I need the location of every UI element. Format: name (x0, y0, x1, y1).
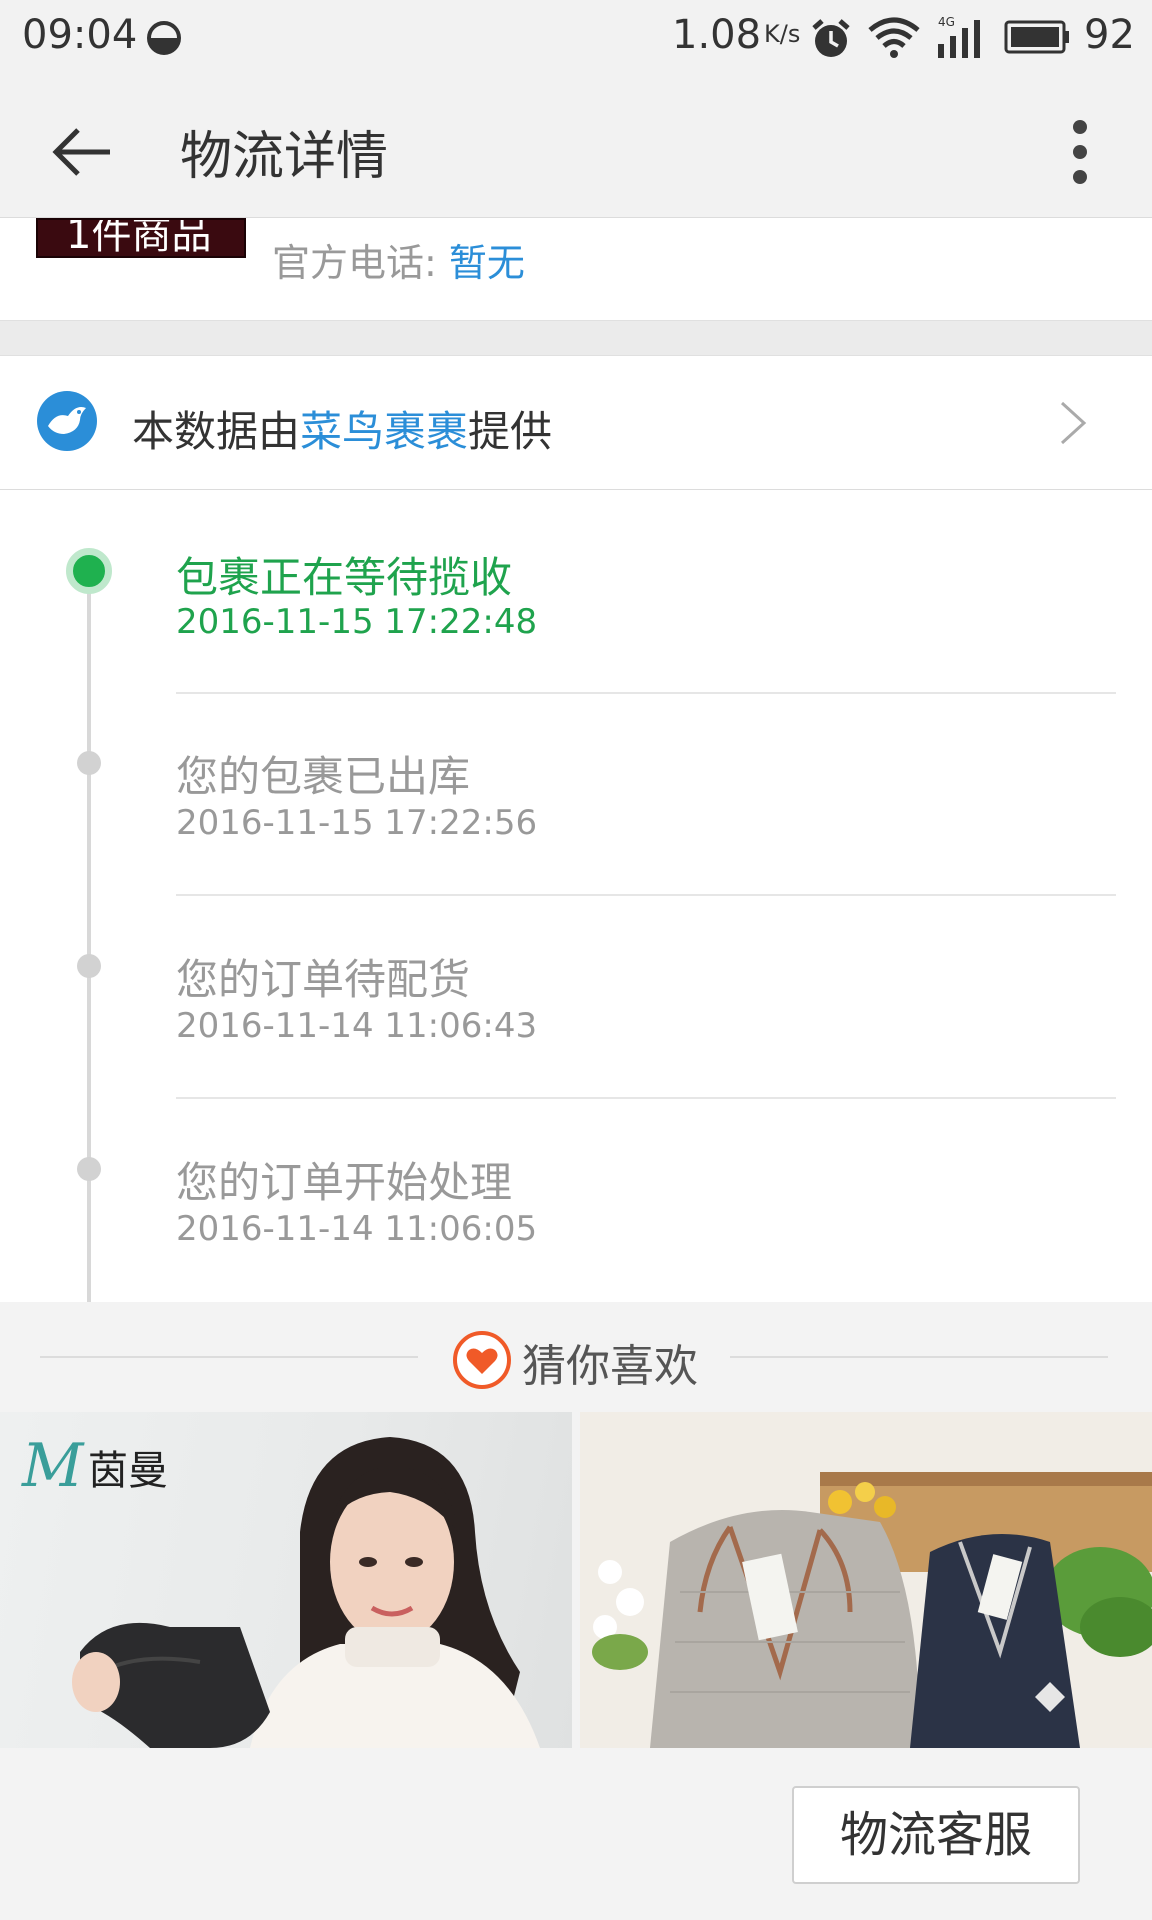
product-card[interactable] (580, 1412, 1152, 1748)
battery-level: 92 (1084, 12, 1135, 58)
timeline-status: 您的包裹已出库 (176, 752, 471, 801)
recommend-title: 猜你喜欢 (522, 1341, 698, 1392)
status-bar: 09:04 1.08 K/s 4G 92 (0, 0, 1152, 80)
timeline-dot (77, 954, 101, 978)
timeline-item: 您的订单开始处理 2016-11-14 11:06:05 (0, 1099, 1152, 1302)
timeline-time: 2016-11-14 11:06:43 (176, 1006, 538, 1046)
section-divider (0, 320, 1152, 356)
official-phone-label: 官方电话: (272, 241, 449, 285)
timeline-status: 包裹正在等待揽收 (176, 553, 513, 602)
app-bar: 物流详情 (0, 80, 1152, 218)
page-title: 物流详情 (180, 127, 389, 187)
product-thumbnail[interactable]: 1件商品 (36, 218, 246, 258)
timeline-dot-current (66, 548, 112, 594)
bottom-bar: 物流客服 (0, 1748, 1152, 1920)
logistics-service-button[interactable]: 物流客服 (792, 1786, 1080, 1884)
network-type-label: 4G (938, 15, 955, 29)
official-phone-value[interactable]: 暂无 (449, 241, 525, 285)
data-provider-row[interactable]: 本数据由菜鸟裹裹提供 (0, 356, 1152, 490)
cainiao-bird-icon (37, 391, 97, 451)
item-count-label: 1件商品 (66, 218, 212, 258)
official-phone: 官方电话: 暂无 (272, 232, 525, 287)
provider-suffix: 提供 (468, 407, 553, 456)
recommend-header: 猜你喜欢 (0, 1302, 1152, 1412)
alarm-icon (812, 19, 850, 57)
wifi-icon (868, 17, 920, 58)
do-not-disturb-icon (147, 21, 181, 55)
more-vertical-icon[interactable] (1062, 116, 1098, 188)
divider-line (40, 1356, 418, 1358)
timeline-status: 您的订单待配货 (176, 955, 471, 1004)
brand-logo-mark: M (21, 1431, 85, 1501)
timeline-time: 2016-11-15 17:22:56 (176, 803, 538, 843)
order-summary: 1件商品 官方电话: 暂无 (0, 218, 1152, 320)
logistics-timeline: 包裹正在等待揽收 2016-11-15 17:22:48 您的包裹已出库 201… (0, 490, 1152, 1302)
timeline-time: 2016-11-15 17:22:48 (176, 602, 538, 642)
timeline-item: 您的包裹已出库 2016-11-15 17:22:56 (0, 693, 1152, 896)
timeline-dot (77, 751, 101, 775)
timeline-item: 包裹正在等待揽收 2016-11-15 17:22:48 (0, 490, 1152, 694)
timeline-status: 您的订单开始处理 (176, 1158, 513, 1207)
status-time: 09:04 (22, 12, 138, 58)
network-speed-unit: K/s (764, 20, 801, 48)
product-card[interactable]: M 茵曼 (0, 1412, 572, 1748)
product-image: M 茵曼 (21, 1431, 540, 1748)
heart-icon (453, 1331, 511, 1389)
provider-name-link[interactable]: 菜鸟裹裹 (300, 407, 468, 456)
chevron-right-icon (1060, 401, 1087, 445)
timeline-time: 2016-11-14 11:06:05 (176, 1209, 538, 1249)
cellular-signal-icon: 4G (938, 15, 980, 58)
arrow-left-icon[interactable] (48, 116, 120, 188)
brand-logo: 茵曼 (88, 1448, 168, 1494)
divider-line (730, 1356, 1108, 1358)
network-speed: 1.08 (672, 12, 762, 58)
provider-text: 本数据由菜鸟裹裹提供 (132, 398, 552, 459)
battery-icon (1004, 20, 1069, 54)
product-image (592, 1472, 1152, 1748)
timeline-dot (77, 1157, 101, 1181)
provider-prefix: 本数据由 (132, 407, 301, 456)
timeline-item: 您的订单待配货 2016-11-14 11:06:43 (0, 896, 1152, 1099)
